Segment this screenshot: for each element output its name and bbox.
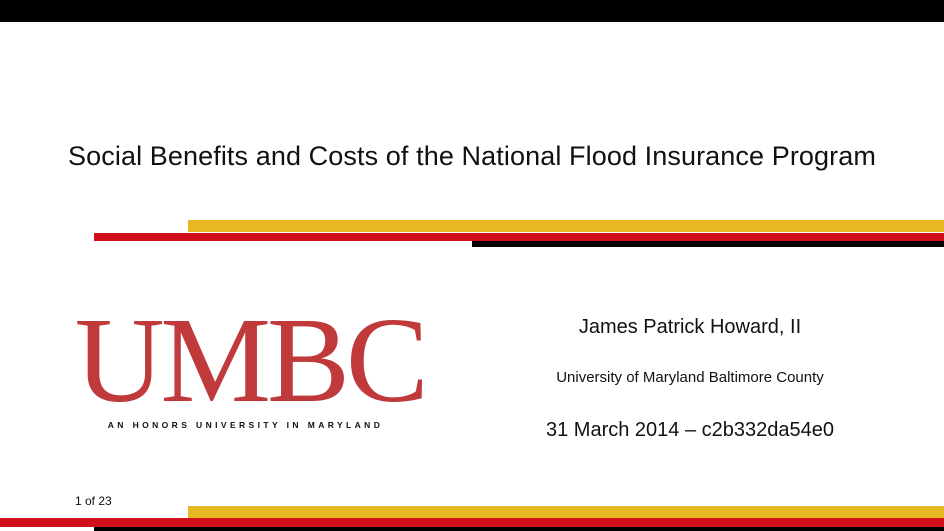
author-name: James Patrick Howard, II (578, 316, 802, 338)
slide-title: Social Benefits and Costs of the Nationa… (68, 141, 876, 171)
footer-rule-black (94, 527, 944, 531)
logo-wordmark: UMBC (74, 293, 429, 428)
presentation-date: 31 March 2014 – c2b332da54e0 (545, 419, 834, 441)
title-rule-gold (188, 220, 944, 232)
footer-rule-gold (188, 506, 944, 518)
title-rule-black (472, 241, 944, 247)
umbc-logo: UMBC AN HONORS UNIVERSITY IN MARYLAND (75, 300, 429, 442)
page-number: 1 of 23 (75, 494, 112, 508)
logo-tagline: AN HONORS UNIVERSITY IN MARYLAND (107, 420, 384, 430)
footer-rule-red (0, 518, 944, 527)
top-black-bar (0, 0, 944, 22)
institution-name: University of Maryland Baltimore County (556, 369, 824, 386)
title-rule-red (94, 233, 944, 241)
